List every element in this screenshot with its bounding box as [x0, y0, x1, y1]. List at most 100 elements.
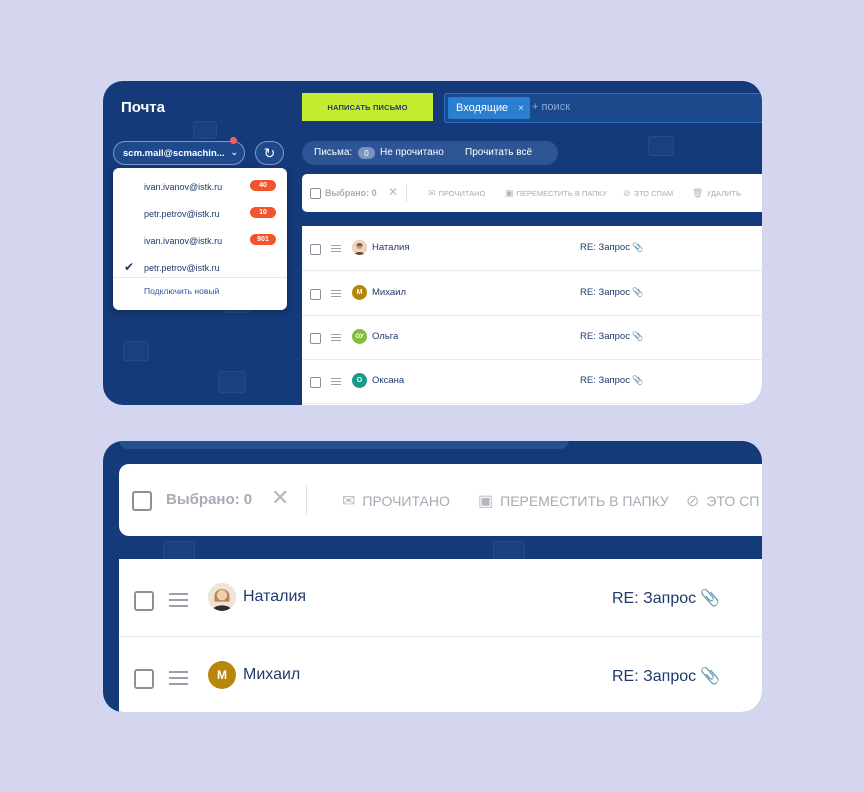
- subject-text: RE: Запрос: [580, 287, 630, 298]
- select-all-checkbox[interactable]: [310, 188, 321, 199]
- folder-move-icon: ▣: [505, 188, 514, 198]
- spam-icon: ⊘: [623, 188, 631, 198]
- clear-selection-icon[interactable]: ✕: [271, 485, 289, 511]
- dropdown-divider: [113, 277, 287, 278]
- message-subject[interactable]: RE: Запрос 📎: [612, 588, 720, 608]
- table-row[interactable]: ОУ Ольга RE: Запрос 📎: [302, 315, 762, 360]
- table-row[interactable]: О Оксана RE: Запрос 📎: [302, 359, 762, 404]
- search-bar[interactable]: Входящие × + поиск: [444, 93, 762, 123]
- spam-label: ЭТО СП: [706, 493, 760, 509]
- avatar: [208, 583, 236, 611]
- drag-handle-icon[interactable]: [331, 290, 341, 298]
- subject-text: RE: Запрос: [580, 331, 630, 342]
- chevron-down-icon: ⌄: [230, 147, 238, 157]
- spam-label: ЭТО СПАМ: [633, 189, 674, 198]
- background-envelope-icon: [218, 371, 246, 393]
- drag-handle-icon[interactable]: [331, 245, 341, 253]
- background-envelope-icon: [193, 121, 217, 139]
- mail-app-zoomed: Выбрано: 0 ✕ ✉ ПРОЧИТАНО ▣ ПЕРЕМЕСТИТЬ В П…: [103, 441, 762, 712]
- filter-bar: Письма: 0 Не прочитано Прочитать всё: [302, 141, 558, 165]
- avatar: О: [352, 373, 367, 388]
- message-list: Наталия RE: Запрос 📎 М Михаил RE: Запрос 📎…: [302, 226, 762, 405]
- message-subject[interactable]: RE: Запрос 📎: [580, 375, 643, 386]
- account-selector[interactable]: scm.mail@scmachin... ⌄: [113, 141, 245, 165]
- toolbar-divider: [306, 486, 307, 514]
- filter-label: Письма:: [314, 147, 353, 158]
- envelope-open-icon: ✉: [428, 188, 436, 198]
- message-subject[interactable]: RE: Запрос 📎: [580, 287, 643, 298]
- spam-button[interactable]: ⊘ ЭТО СП: [686, 491, 759, 511]
- row-checkbox[interactable]: [310, 333, 321, 344]
- attachment-icon: 📎: [700, 668, 721, 685]
- folder-chip-inbox[interactable]: Входящие ×: [448, 97, 530, 119]
- mark-read-button[interactable]: ✉ ПРОЧИТАНО: [342, 491, 450, 511]
- move-to-folder-button[interactable]: ▣ ПЕРЕМЕСТИТЬ В ПАПКУ: [505, 188, 607, 199]
- account-option[interactable]: ivan.ivanov@istk.ru 40: [113, 173, 287, 199]
- envelope-open-icon: ✉: [342, 493, 356, 510]
- chip-close-icon[interactable]: ×: [518, 103, 524, 114]
- account-option[interactable]: ivan.ivanov@istk.ru 901: [113, 227, 287, 253]
- avatar: М: [352, 285, 367, 300]
- row-checkbox[interactable]: [310, 289, 321, 300]
- sender-name: Наталия: [243, 588, 307, 605]
- sender-name: Михаил: [372, 287, 406, 298]
- compose-button[interactable]: НАПИСАТЬ ПИСЬМО: [302, 93, 433, 121]
- clear-selection-icon[interactable]: ✕: [388, 185, 398, 199]
- table-row[interactable]: М Михаил RE: Запрос 📎: [302, 271, 762, 316]
- message-subject[interactable]: RE: Запрос 📎: [580, 242, 643, 253]
- row-checkbox[interactable]: [310, 377, 321, 388]
- filter-unread[interactable]: Не прочитано: [380, 147, 444, 158]
- selected-count: Выбрано: 0: [325, 188, 377, 198]
- sender-name: Наталия: [372, 242, 410, 253]
- drag-handle-icon[interactable]: [169, 593, 188, 607]
- trash-icon: 🗑: [692, 188, 704, 198]
- account-email: scm.mail@scmachin...: [123, 147, 225, 159]
- table-row[interactable]: М Михаил RE: Запрос 📎: [119, 637, 762, 712]
- account-option-email: petr.petrov@istk.ru: [144, 209, 220, 219]
- move-label: ПЕРЕМЕСТИТЬ В ПАПКУ: [500, 493, 669, 509]
- notification-dot: [230, 137, 237, 144]
- attachment-icon: 📎: [631, 242, 644, 252]
- toolbar-divider: [406, 184, 407, 202]
- move-to-folder-button[interactable]: ▣ ПЕРЕМЕСТИТЬ В ПАПКУ: [478, 491, 669, 511]
- spam-icon: ⊘: [686, 493, 700, 510]
- avatar: [352, 240, 367, 255]
- account-dropdown: ivan.ivanov@istk.ru 40 petr.petrov@istk.…: [113, 168, 287, 310]
- sender-name: Ольга: [372, 331, 399, 342]
- account-option-email: ivan.ivanov@istk.ru: [144, 182, 223, 192]
- avatar: ОУ: [352, 329, 367, 344]
- folder-move-icon: ▣: [478, 493, 494, 510]
- message-subject[interactable]: RE: Запрос 📎: [580, 331, 643, 342]
- select-all-checkbox[interactable]: [132, 491, 152, 511]
- actions-toolbar: Выбрано: 0 ✕ ✉ ПРОЧИТАНО ▣ ПЕРЕМЕСТИТЬ В П…: [119, 464, 762, 536]
- row-checkbox[interactable]: [134, 591, 154, 611]
- row-checkbox[interactable]: [310, 244, 321, 255]
- delete-button[interactable]: 🗑 УДАЛИТЬ: [692, 188, 741, 199]
- search-input[interactable]: + поиск: [532, 101, 570, 113]
- message-subject[interactable]: RE: Запрос 📎: [612, 666, 720, 686]
- unread-badge: 901: [250, 234, 276, 245]
- subject-text: RE: Запрос: [612, 668, 697, 685]
- drag-handle-icon[interactable]: [169, 671, 188, 685]
- selected-count: Выбрано: 0: [166, 491, 253, 508]
- subject-text: RE: Запрос: [612, 590, 697, 607]
- message-list: Наталия RE: Запрос 📎 М Михаил RE: Запрос 📎: [119, 559, 762, 712]
- unread-badge: 10: [250, 207, 276, 218]
- read-all-button[interactable]: Прочитать всё: [465, 147, 532, 158]
- table-row[interactable]: Наталия RE: Запрос 📎: [119, 559, 762, 637]
- refresh-button[interactable]: ↻: [255, 141, 284, 165]
- delete-label: УДАЛИТЬ: [706, 189, 741, 198]
- row-checkbox[interactable]: [134, 669, 154, 689]
- connect-new-account-link[interactable]: Подключить новый: [144, 286, 219, 296]
- mail-app-window: Почта НАПИСАТЬ ПИСЬМО Входящие × + поиск…: [103, 81, 762, 405]
- actions-toolbar: Выбрано: 0 ✕ ✉ ПРОЧИТАНО ▣ ПЕРЕМЕСТИТЬ В П…: [302, 174, 762, 212]
- mark-read-button[interactable]: ✉ ПРОЧИТАНО: [428, 188, 485, 199]
- subject-text: RE: Запрос: [580, 375, 630, 386]
- account-option[interactable]: petr.petrov@istk.ru 10: [113, 200, 287, 226]
- table-row[interactable]: Наталия RE: Запрос 📎: [302, 226, 762, 271]
- spam-button[interactable]: ⊘ ЭТО СПАМ: [623, 188, 673, 199]
- refresh-icon: ↻: [263, 144, 276, 161]
- background-envelope-icon: [123, 341, 149, 361]
- drag-handle-icon[interactable]: [331, 378, 341, 386]
- drag-handle-icon[interactable]: [331, 334, 341, 342]
